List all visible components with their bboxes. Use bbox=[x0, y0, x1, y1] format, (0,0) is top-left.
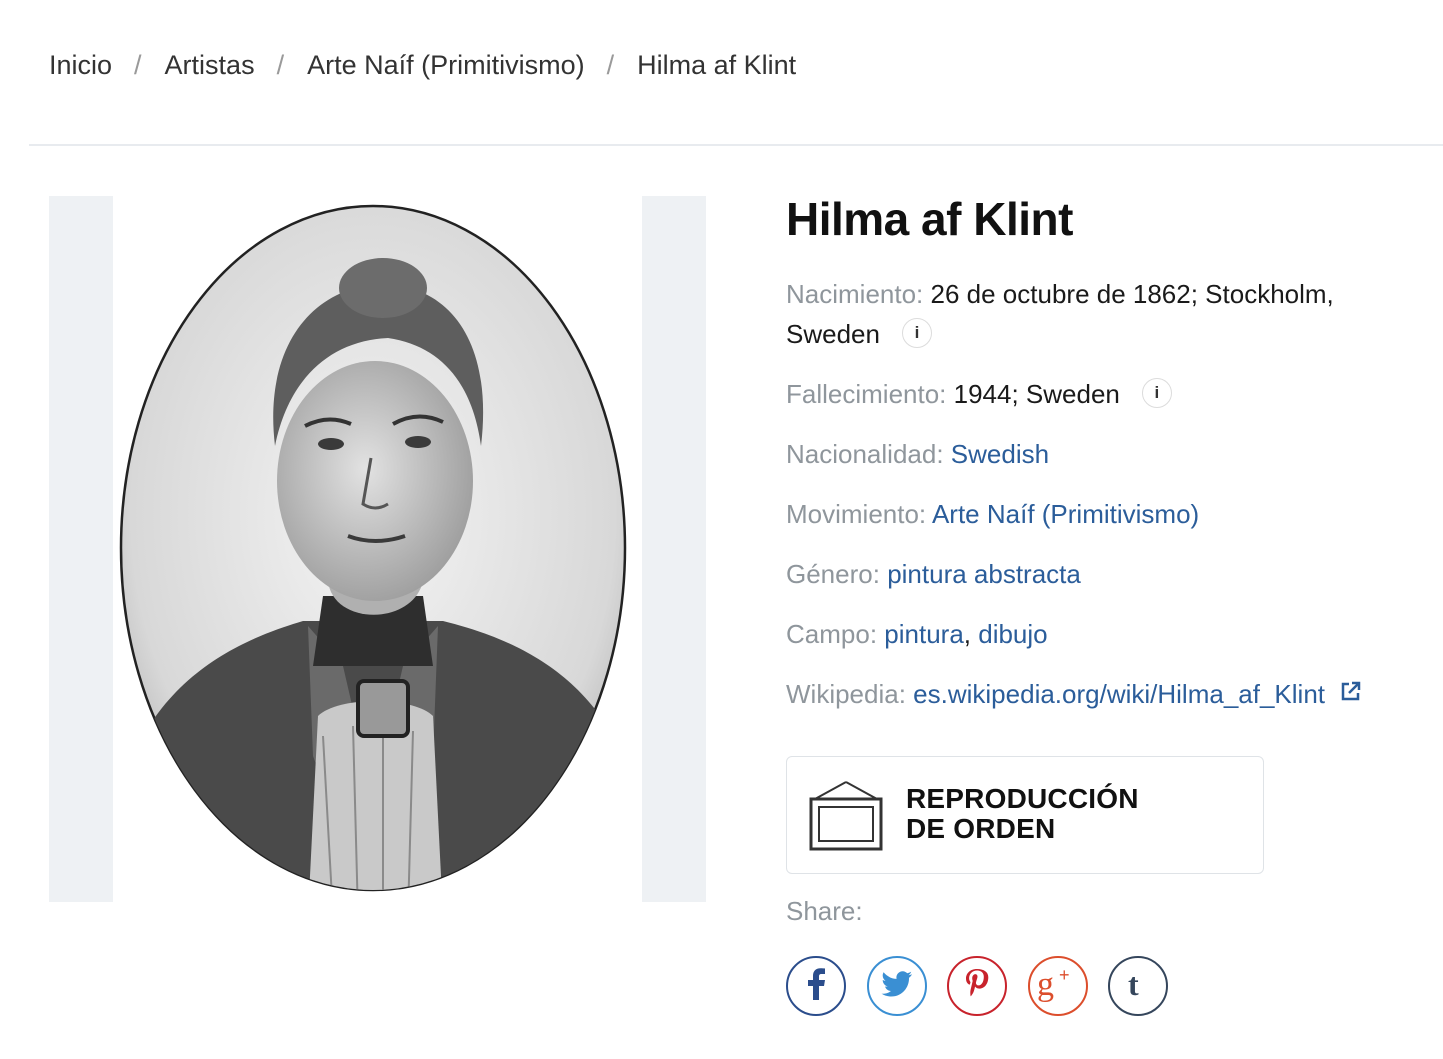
svg-text:+: + bbox=[1059, 965, 1070, 985]
breadcrumb-separator: / bbox=[276, 49, 285, 80]
movement-link[interactable]: Arte Naíf (Primitivismo) bbox=[932, 499, 1199, 529]
share-pinterest-button[interactable] bbox=[947, 956, 1007, 1016]
movement-label: Movimiento: bbox=[786, 499, 927, 529]
wikipedia-label: Wikipedia: bbox=[786, 679, 906, 709]
birth-value-cont: Sweden bbox=[786, 319, 880, 349]
field-row: Campo: pintura, dibujo bbox=[786, 614, 1048, 654]
share-label: Share: bbox=[786, 896, 863, 926]
order-button-line2: DE ORDEN bbox=[906, 813, 1056, 844]
external-link-icon[interactable] bbox=[1340, 673, 1362, 713]
birth-row: Nacimiento: 26 de octubre de 1862; Stock… bbox=[786, 274, 1334, 354]
share-buttons: g + t bbox=[786, 956, 1189, 1016]
wikipedia-link[interactable]: es.wikipedia.org/wiki/Hilma_af_Klint bbox=[913, 679, 1325, 709]
death-value: 1944; Sweden bbox=[953, 379, 1120, 409]
order-button-line1: REPRODUCCIÓN bbox=[906, 783, 1139, 814]
portrait-photo bbox=[113, 196, 642, 902]
breadcrumb-inicio[interactable]: Inicio bbox=[49, 50, 112, 81]
genre-link[interactable]: pintura abstracta bbox=[887, 559, 1081, 589]
nationality-row: Nacionalidad: Swedish bbox=[786, 434, 1049, 474]
share-facebook-button[interactable] bbox=[786, 956, 846, 1016]
movement-row: Movimiento: Arte Naíf (Primitivismo) bbox=[786, 494, 1199, 534]
pinterest-icon bbox=[964, 968, 990, 1005]
facebook-icon bbox=[805, 967, 827, 1005]
wikipedia-row: Wikipedia: es.wikipedia.org/wiki/Hilma_a… bbox=[786, 674, 1362, 716]
breadcrumb-artistas[interactable]: Artistas bbox=[165, 50, 255, 81]
order-reproduction-button[interactable]: REPRODUCCIÓN DE ORDEN bbox=[786, 756, 1264, 874]
birth-value: 26 de octubre de 1862; Stockholm, bbox=[930, 279, 1334, 309]
breadcrumb-current: Hilma af Klint bbox=[637, 49, 797, 80]
breadcrumb: Inicio / Artistas / Arte Naíf (Primitivi… bbox=[49, 46, 796, 84]
svg-text:g: g bbox=[1037, 966, 1054, 1003]
genre-label: Género: bbox=[786, 559, 880, 589]
breadcrumb-separator: / bbox=[606, 49, 615, 80]
picture-frame-icon bbox=[809, 779, 883, 856]
nationality-label: Nacionalidad: bbox=[786, 439, 944, 469]
artist-portrait[interactable] bbox=[49, 196, 706, 902]
header-divider bbox=[29, 144, 1443, 146]
nationality-link[interactable]: Swedish bbox=[951, 439, 1049, 469]
death-label: Fallecimiento: bbox=[786, 379, 947, 409]
info-icon[interactable]: i bbox=[901, 318, 932, 349]
info-icon[interactable]: i bbox=[1141, 378, 1172, 409]
breadcrumb-movement[interactable]: Arte Naíf (Primitivismo) bbox=[307, 50, 585, 81]
field-link-pintura[interactable]: pintura bbox=[884, 619, 964, 649]
genre-row: Género: pintura abstracta bbox=[786, 554, 1081, 594]
tumblr-icon: t bbox=[1127, 966, 1149, 1005]
breadcrumb-separator: / bbox=[134, 49, 142, 80]
google-plus-icon: g + bbox=[1035, 965, 1081, 1008]
share-twitter-button[interactable] bbox=[866, 956, 927, 1016]
death-row: Fallecimiento: 1944; Sweden i bbox=[786, 374, 1172, 414]
field-separator: , bbox=[963, 619, 979, 649]
field-link-dibujo[interactable]: dibujo bbox=[978, 619, 1047, 649]
twitter-icon bbox=[881, 970, 913, 1002]
artist-name: Hilma af Klint bbox=[786, 193, 1073, 245]
birth-label: Nacimiento: bbox=[786, 279, 924, 309]
share-tumblr-button[interactable]: t bbox=[1108, 956, 1168, 1016]
svg-text:t: t bbox=[1128, 968, 1139, 1000]
field-label: Campo: bbox=[786, 619, 878, 649]
share-google-plus-button[interactable]: g + bbox=[1027, 956, 1088, 1016]
order-button-label: REPRODUCCIÓN DE ORDEN bbox=[906, 784, 1166, 844]
